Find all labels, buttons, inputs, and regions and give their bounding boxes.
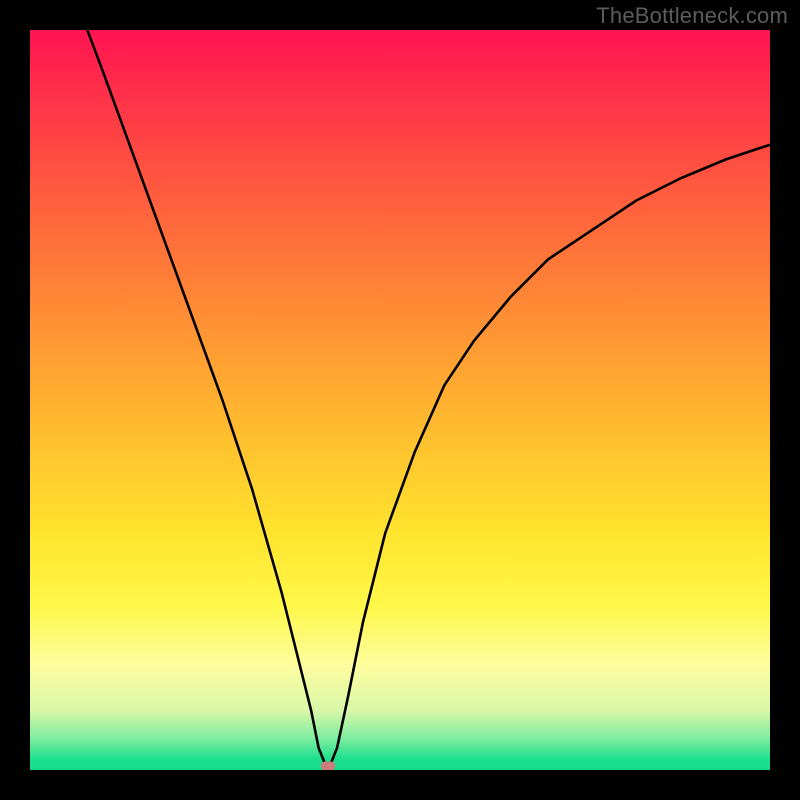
bottleneck-curve [82,30,770,766]
curve-layer [30,30,770,770]
watermark-text: TheBottleneck.com [596,3,788,29]
optimal-marker [321,762,335,770]
chart-frame: TheBottleneck.com [0,0,800,800]
plot-area [30,30,770,770]
